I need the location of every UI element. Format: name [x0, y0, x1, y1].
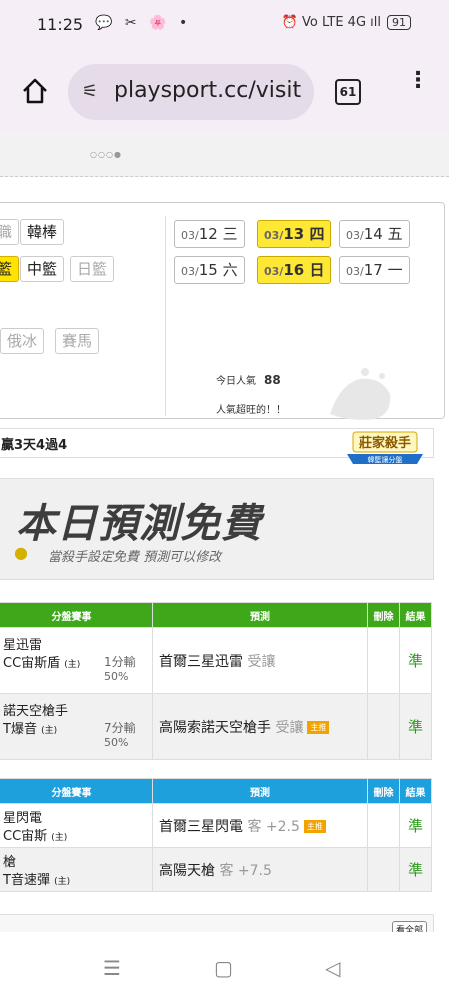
banner-title: 本日預測免費	[16, 501, 262, 547]
result-cell: 準	[399, 803, 432, 848]
sport-tag-horse[interactable]: 賽馬	[55, 328, 100, 354]
prediction-cell: 首爾三星閃電 客 +2.5 主推	[152, 803, 368, 848]
browser-toolbar: ⚟ playsport.cc/visit 61 ⋮	[0, 52, 449, 132]
match-cell[interactable]: 諾天空槍手 T爆音 (主) 7分輸 50%	[0, 693, 153, 760]
result-cell: 準	[399, 847, 432, 892]
date-0314[interactable]: 03/14 五	[339, 220, 410, 248]
sport-tag-jpb[interactable]: 日籃	[70, 256, 115, 282]
popularity: 今日人氣 88	[216, 373, 281, 387]
match-cell[interactable]: 星閃電 CC宙斯 (主)	[0, 803, 153, 848]
ad-strip: ○○○●	[0, 132, 449, 177]
table-row: 諾天空槍手 T爆音 (主) 7分輸 50% 高陽索諾天空槍手 受讓 主推 準	[0, 693, 432, 760]
banner-subtitle: 當殺手設定免費 預測可以修改	[48, 550, 222, 565]
prediction-table-2: 分盤賽事 預測 刪除 結果 星閃電 CC宙斯 (主) 首爾三星閃電 客 +2.5…	[0, 778, 432, 892]
main-pick-badge: 主推	[303, 820, 326, 833]
free-prediction-banner: 本日預測免費 ● 當殺手設定免費 預測可以修改	[0, 478, 434, 580]
tab-switcher-button[interactable]: 61	[335, 79, 361, 105]
more-menu-icon[interactable]: ⋮	[407, 70, 429, 92]
delete-cell[interactable]	[367, 627, 400, 694]
lightbulb-icon: ●	[14, 543, 28, 562]
match-cell[interactable]: 星迅雷 CC宙斯盾 (主) 1分輸 50%	[0, 627, 153, 694]
address-bar[interactable]: ⚟ playsport.cc/visit	[68, 64, 314, 120]
site-settings-icon[interactable]: ⚟	[82, 81, 98, 102]
header-delete: 刪除	[367, 602, 400, 628]
sport-tag-kbo[interactable]: 韓棒	[20, 219, 65, 245]
web-page: ○○○● 職 韓棒 籃 中籃 日籃 俄冰 賽馬 03/12 三 03/13 四 …	[0, 132, 449, 932]
back-icon[interactable]: ◁	[325, 956, 340, 980]
header-prediction: 預測	[152, 778, 368, 804]
killer-badge-icon: 莊家殺手 韓籃讓分盤	[347, 431, 423, 464]
home-icon[interactable]	[20, 76, 50, 106]
header-match: 分盤賽事	[0, 602, 153, 628]
prediction-cell: 高陽索諾天空槍手 受讓 主推	[152, 693, 368, 760]
status-bar: 11:25 💬 ✂ 🌸 • ⏰ Vo LTE 4G ıll 91	[0, 0, 449, 52]
date-0317[interactable]: 03/17 一	[339, 256, 410, 284]
table-footer: 看全部	[0, 914, 434, 932]
prediction-cell: 高陽天槍 客 +7.5	[152, 847, 368, 892]
view-all-button[interactable]: 看全部	[391, 921, 427, 932]
recents-icon[interactable]: ☰	[103, 956, 121, 980]
header-result: 結果	[399, 602, 432, 628]
battery-icon: 91	[387, 15, 411, 30]
sport-tag-partial-2[interactable]: 籃	[0, 256, 20, 282]
delete-cell[interactable]	[367, 847, 400, 892]
system-navigation-bar: ☰ ▢ ◁	[0, 932, 449, 1000]
date-0313[interactable]: 03/13 四	[257, 220, 332, 248]
result-cell: 準	[399, 693, 432, 760]
delete-cell[interactable]	[367, 693, 400, 760]
result-cell: 準	[399, 627, 432, 694]
badge-title: 莊家殺手	[359, 435, 411, 451]
prediction-cell: 首爾三星迅雷 受讓	[152, 627, 368, 694]
sport-tag-khl[interactable]: 俄冰	[0, 328, 45, 354]
signal-icons: ⏰ Vo LTE 4G ıll	[281, 15, 381, 30]
popularity-note: 人氣超旺的！！	[216, 405, 286, 416]
mascot-watermark-icon	[330, 368, 391, 420]
main-pick-badge: 主推	[307, 721, 330, 734]
prediction-table-1: 分盤賽事 預測 刪除 結果 星迅雷 CC宙斯盾 (主) 1分輸 50% 首爾三星…	[0, 602, 432, 760]
sport-tag-partial-1[interactable]: 職	[0, 219, 20, 245]
status-time: 11:25	[37, 15, 84, 34]
header-prediction: 預測	[152, 602, 368, 628]
table-row: 星迅雷 CC宙斯盾 (主) 1分輸 50% 首爾三星迅雷 受讓 準	[0, 627, 432, 694]
url-text[interactable]: playsport.cc/visit	[114, 78, 301, 103]
date-0316[interactable]: 03/16 日	[257, 256, 332, 284]
date-0312[interactable]: 03/12 三	[174, 220, 245, 248]
table-row: 星閃電 CC宙斯 (主) 首爾三星閃電 客 +2.5 主推 準	[0, 803, 432, 848]
popularity-value: 88	[264, 373, 281, 387]
header-result: 結果	[399, 778, 432, 804]
header-delete: 刪除	[367, 778, 400, 804]
match-cell[interactable]: 槍 T音速彈 (主)	[0, 847, 153, 892]
sport-tag-cba[interactable]: 中籃	[20, 256, 65, 282]
badge-subtitle: 韓籃讓分盤	[368, 455, 403, 464]
delete-cell[interactable]	[367, 803, 400, 848]
panel-divider	[165, 216, 166, 416]
system-icons: ⏰ Vo LTE 4G ıll 91	[282, 15, 411, 30]
carousel-dots[interactable]: ○○○●	[90, 150, 122, 159]
home-nav-icon[interactable]: ▢	[214, 956, 233, 980]
notification-icons: 💬 ✂ 🌸 •	[95, 15, 192, 31]
table-row: 槍 T音速彈 (主) 高陽天槍 客 +7.5 準	[0, 847, 432, 892]
header-match: 分盤賽事	[0, 778, 153, 804]
date-0315[interactable]: 03/15 六	[174, 256, 245, 284]
